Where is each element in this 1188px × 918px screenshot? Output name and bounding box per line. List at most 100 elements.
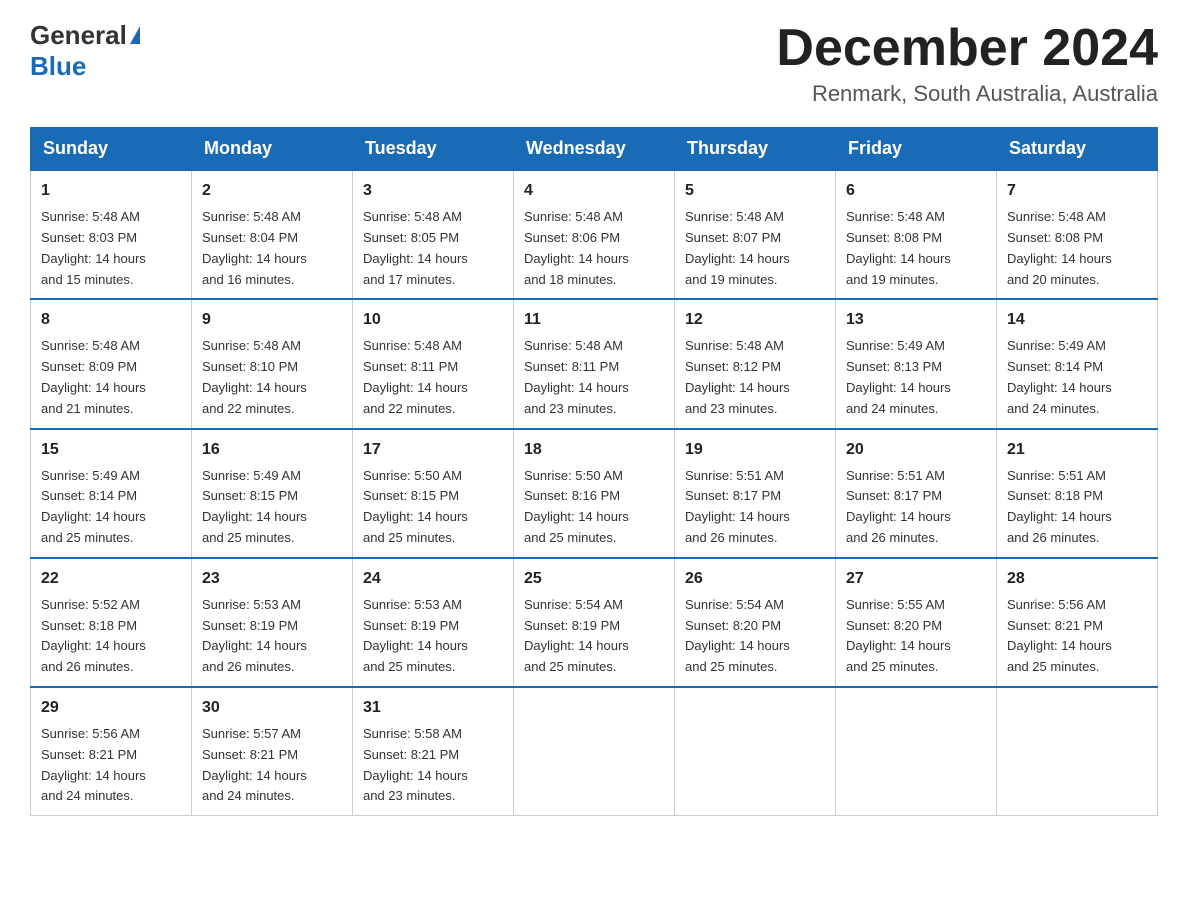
day-info: Sunrise: 5:51 AMSunset: 8:17 PMDaylight:… — [846, 466, 986, 549]
calendar-cell: 12 Sunrise: 5:48 AMSunset: 8:12 PMDayligh… — [675, 299, 836, 428]
day-number: 30 — [202, 696, 342, 720]
calendar-cell: 27 Sunrise: 5:55 AMSunset: 8:20 PMDayligh… — [836, 558, 997, 687]
logo-general-text: General — [30, 20, 127, 51]
day-info: Sunrise: 5:48 AMSunset: 8:05 PMDaylight:… — [363, 207, 503, 290]
calendar-cell: 24 Sunrise: 5:53 AMSunset: 8:19 PMDayligh… — [353, 558, 514, 687]
calendar-cell: 17 Sunrise: 5:50 AMSunset: 8:15 PMDayligh… — [353, 429, 514, 558]
calendar-cell — [514, 687, 675, 816]
calendar-cell: 16 Sunrise: 5:49 AMSunset: 8:15 PMDayligh… — [192, 429, 353, 558]
day-info: Sunrise: 5:49 AMSunset: 8:14 PMDaylight:… — [1007, 336, 1147, 419]
day-number: 21 — [1007, 438, 1147, 462]
day-number: 15 — [41, 438, 181, 462]
calendar-cell: 23 Sunrise: 5:53 AMSunset: 8:19 PMDayligh… — [192, 558, 353, 687]
day-number: 5 — [685, 179, 825, 203]
day-number: 18 — [524, 438, 664, 462]
day-info: Sunrise: 5:56 AMSunset: 8:21 PMDaylight:… — [1007, 595, 1147, 678]
day-number: 25 — [524, 567, 664, 591]
day-info: Sunrise: 5:55 AMSunset: 8:20 PMDaylight:… — [846, 595, 986, 678]
calendar-day-header-sunday: Sunday — [31, 128, 192, 171]
calendar-cell: 1 Sunrise: 5:48 AMSunset: 8:03 PMDaylight… — [31, 170, 192, 299]
calendar-day-header-wednesday: Wednesday — [514, 128, 675, 171]
calendar-day-header-tuesday: Tuesday — [353, 128, 514, 171]
day-number: 11 — [524, 308, 664, 332]
calendar-cell: 8 Sunrise: 5:48 AMSunset: 8:09 PMDaylight… — [31, 299, 192, 428]
day-number: 1 — [41, 179, 181, 203]
calendar-day-header-monday: Monday — [192, 128, 353, 171]
location-text: Renmark, South Australia, Australia — [776, 81, 1158, 107]
calendar-week-row-4: 22 Sunrise: 5:52 AMSunset: 8:18 PMDayligh… — [31, 558, 1158, 687]
day-info: Sunrise: 5:48 AMSunset: 8:03 PMDaylight:… — [41, 207, 181, 290]
day-info: Sunrise: 5:53 AMSunset: 8:19 PMDaylight:… — [363, 595, 503, 678]
logo: General Blue — [30, 20, 140, 82]
calendar-cell: 22 Sunrise: 5:52 AMSunset: 8:18 PMDayligh… — [31, 558, 192, 687]
calendar-cell: 10 Sunrise: 5:48 AMSunset: 8:11 PMDayligh… — [353, 299, 514, 428]
day-info: Sunrise: 5:57 AMSunset: 8:21 PMDaylight:… — [202, 724, 342, 807]
day-info: Sunrise: 5:52 AMSunset: 8:18 PMDaylight:… — [41, 595, 181, 678]
day-number: 2 — [202, 179, 342, 203]
calendar-cell: 11 Sunrise: 5:48 AMSunset: 8:11 PMDayligh… — [514, 299, 675, 428]
month-title: December 2024 — [776, 20, 1158, 77]
day-info: Sunrise: 5:49 AMSunset: 8:15 PMDaylight:… — [202, 466, 342, 549]
day-number: 23 — [202, 567, 342, 591]
day-number: 31 — [363, 696, 503, 720]
calendar-table: SundayMondayTuesdayWednesdayThursdayFrid… — [30, 127, 1158, 816]
day-info: Sunrise: 5:51 AMSunset: 8:18 PMDaylight:… — [1007, 466, 1147, 549]
day-number: 9 — [202, 308, 342, 332]
day-info: Sunrise: 5:48 AMSunset: 8:08 PMDaylight:… — [1007, 207, 1147, 290]
calendar-cell: 21 Sunrise: 5:51 AMSunset: 8:18 PMDayligh… — [997, 429, 1158, 558]
day-info: Sunrise: 5:48 AMSunset: 8:09 PMDaylight:… — [41, 336, 181, 419]
day-info: Sunrise: 5:48 AMSunset: 8:08 PMDaylight:… — [846, 207, 986, 290]
calendar-cell: 25 Sunrise: 5:54 AMSunset: 8:19 PMDayligh… — [514, 558, 675, 687]
calendar-cell: 6Sunrise: 5:48 AMSunset: 8:08 PMDaylight… — [836, 170, 997, 299]
calendar-cell: 13Sunrise: 5:49 AMSunset: 8:13 PMDayligh… — [836, 299, 997, 428]
day-info: Sunrise: 5:53 AMSunset: 8:19 PMDaylight:… — [202, 595, 342, 678]
day-info: Sunrise: 5:50 AMSunset: 8:15 PMDaylight:… — [363, 466, 503, 549]
day-info: Sunrise: 5:56 AMSunset: 8:21 PMDaylight:… — [41, 724, 181, 807]
day-info: Sunrise: 5:49 AMSunset: 8:14 PMDaylight:… — [41, 466, 181, 549]
day-info: Sunrise: 5:54 AMSunset: 8:19 PMDaylight:… — [524, 595, 664, 678]
title-area: December 2024 Renmark, South Australia, … — [776, 20, 1158, 107]
day-number: 24 — [363, 567, 503, 591]
calendar-day-header-friday: Friday — [836, 128, 997, 171]
day-number: 3 — [363, 179, 503, 203]
day-number: 29 — [41, 696, 181, 720]
day-info: Sunrise: 5:48 AMSunset: 8:11 PMDaylight:… — [524, 336, 664, 419]
day-number: 8 — [41, 308, 181, 332]
day-info: Sunrise: 5:48 AMSunset: 8:07 PMDaylight:… — [685, 207, 825, 290]
day-number: 22 — [41, 567, 181, 591]
calendar-cell: 19Sunrise: 5:51 AMSunset: 8:17 PMDayligh… — [675, 429, 836, 558]
logo-triangle-icon — [130, 26, 140, 44]
calendar-cell: 20 Sunrise: 5:51 AMSunset: 8:17 PMDayligh… — [836, 429, 997, 558]
calendar-cell: 14 Sunrise: 5:49 AMSunset: 8:14 PMDayligh… — [997, 299, 1158, 428]
day-number: 16 — [202, 438, 342, 462]
calendar-cell: 9 Sunrise: 5:48 AMSunset: 8:10 PMDaylight… — [192, 299, 353, 428]
logo-blue-text: Blue — [30, 51, 86, 82]
day-number: 28 — [1007, 567, 1147, 591]
calendar-cell — [836, 687, 997, 816]
calendar-cell: 28 Sunrise: 5:56 AMSunset: 8:21 PMDayligh… — [997, 558, 1158, 687]
calendar-cell — [675, 687, 836, 816]
day-number: 17 — [363, 438, 503, 462]
calendar-cell: 18Sunrise: 5:50 AMSunset: 8:16 PMDayligh… — [514, 429, 675, 558]
day-number: 4 — [524, 179, 664, 203]
calendar-cell: 30 Sunrise: 5:57 AMSunset: 8:21 PMDayligh… — [192, 687, 353, 816]
day-number: 14 — [1007, 308, 1147, 332]
day-info: Sunrise: 5:48 AMSunset: 8:12 PMDaylight:… — [685, 336, 825, 419]
day-info: Sunrise: 5:49 AMSunset: 8:13 PMDaylight:… — [846, 336, 986, 419]
calendar-week-row-2: 8 Sunrise: 5:48 AMSunset: 8:09 PMDaylight… — [31, 299, 1158, 428]
day-info: Sunrise: 5:51 AMSunset: 8:17 PMDaylight:… — [685, 466, 825, 549]
day-number: 12 — [685, 308, 825, 332]
calendar-cell: 2Sunrise: 5:48 AMSunset: 8:04 PMDaylight… — [192, 170, 353, 299]
day-number: 20 — [846, 438, 986, 462]
calendar-day-header-thursday: Thursday — [675, 128, 836, 171]
calendar-cell: 7 Sunrise: 5:48 AMSunset: 8:08 PMDaylight… — [997, 170, 1158, 299]
calendar-week-row-1: 1 Sunrise: 5:48 AMSunset: 8:03 PMDaylight… — [31, 170, 1158, 299]
calendar-week-row-5: 29 Sunrise: 5:56 AMSunset: 8:21 PMDayligh… — [31, 687, 1158, 816]
day-info: Sunrise: 5:48 AMSunset: 8:10 PMDaylight:… — [202, 336, 342, 419]
calendar-cell: 3 Sunrise: 5:48 AMSunset: 8:05 PMDaylight… — [353, 170, 514, 299]
day-number: 10 — [363, 308, 503, 332]
day-info: Sunrise: 5:48 AMSunset: 8:11 PMDaylight:… — [363, 336, 503, 419]
calendar-cell: 4Sunrise: 5:48 AMSunset: 8:06 PMDaylight… — [514, 170, 675, 299]
day-number: 7 — [1007, 179, 1147, 203]
day-number: 27 — [846, 567, 986, 591]
